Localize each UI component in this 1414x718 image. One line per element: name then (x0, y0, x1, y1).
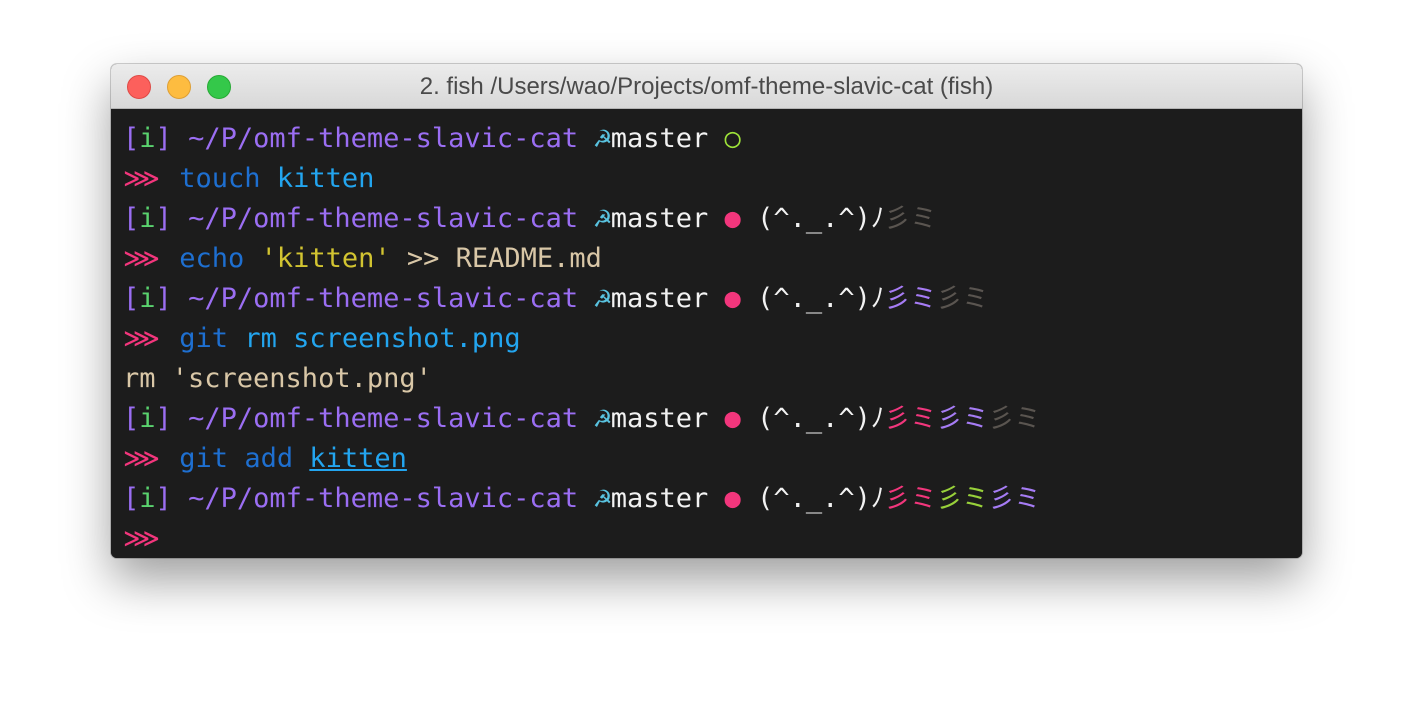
command-args: rm screenshot.png (244, 323, 521, 354)
life-mark: ミ (962, 404, 989, 434)
prompt-arrow-icon: ⋙ (123, 444, 160, 474)
git-branch: master (610, 483, 709, 514)
prompt-path: ~/P/omf-theme-slavic-cat (188, 123, 579, 154)
bracket-open: [ (123, 283, 140, 314)
life-mark: 彡 (988, 404, 1015, 434)
command-name: touch (179, 163, 261, 194)
life-mark: ミ (1014, 484, 1041, 514)
command-args: kitten (309, 443, 407, 474)
command-subcommand: add (244, 443, 294, 474)
prompt-path: ~/P/omf-theme-slavic-cat (188, 283, 579, 314)
prompt-arrow-icon: ⋙ (123, 244, 160, 274)
command-name: git (179, 323, 229, 354)
dirty-status-icon: ● (724, 483, 741, 514)
hammer-sickle-icon: ☭ (594, 123, 611, 154)
title-bar[interactable]: 2. fish /Users/wao/Projects/omf-theme-sl… (111, 64, 1302, 109)
bracket-close: ] (155, 203, 172, 234)
command-args: kitten (276, 163, 375, 194)
mode-indicator: i (139, 483, 156, 514)
life-mark: 彡 (936, 284, 963, 314)
life-mark: 彡 (884, 204, 911, 234)
terminal-content[interactable]: [i] ~/P/omf-theme-slavic-cat ☭master ○ ⋙… (111, 109, 1302, 558)
command-string: 'kitten' (260, 243, 391, 274)
life-mark: ミ (910, 404, 937, 434)
output-line: rm 'screenshot.png' (123, 359, 1302, 399)
command-line: ⋙ echo 'kitten' >> README.md (123, 239, 1302, 279)
life-mark: ミ (962, 484, 989, 514)
cat-face: (^._.^)ﾉ (757, 283, 885, 314)
bracket-close: ] (155, 403, 172, 434)
life-mark: 彡 (884, 484, 911, 514)
command-output: rm 'screenshot.png' (123, 363, 432, 394)
cat-face: (^._.^)ﾉ (757, 403, 885, 434)
life-mark: ミ (910, 284, 937, 314)
dirty-status-icon: ● (724, 203, 741, 234)
bracket-close: ] (155, 123, 172, 154)
prompt-path: ~/P/omf-theme-slavic-cat (188, 403, 579, 434)
prompt-arrow-icon: ⋙ (123, 524, 160, 554)
prompt-line: [i] ~/P/omf-theme-slavic-cat ☭master ● (… (123, 479, 1302, 519)
mode-indicator: i (139, 403, 156, 434)
command-line: ⋙ touch kitten (123, 159, 1302, 199)
bracket-close: ] (155, 283, 172, 314)
life-mark: 彡 (936, 404, 963, 434)
life-mark: ミ (962, 284, 989, 314)
command-name: git (179, 443, 229, 474)
command-line: ⋙ git add kitten (123, 439, 1302, 479)
prompt-path: ~/P/omf-theme-slavic-cat (188, 203, 579, 234)
prompt-arrow-icon: ⋙ (123, 324, 160, 354)
bracket-open: [ (123, 483, 140, 514)
window-title: 2. fish /Users/wao/Projects/omf-theme-sl… (419, 73, 994, 100)
command-line: ⋙ git rm screenshot.png (123, 319, 1302, 359)
prompt-line: [i] ~/P/omf-theme-slavic-cat ☭master ● (… (123, 279, 1302, 319)
mode-indicator: i (139, 203, 156, 234)
prompt-line: [i] ~/P/omf-theme-slavic-cat ☭master ○ (123, 119, 1302, 159)
git-branch: master (610, 203, 709, 234)
life-mark: ミ (1014, 404, 1041, 434)
hammer-sickle-icon: ☭ (594, 483, 611, 514)
terminal-window: 2. fish /Users/wao/Projects/omf-theme-sl… (111, 64, 1302, 558)
life-mark: ミ (910, 204, 937, 234)
prompt-path: ~/P/omf-theme-slavic-cat (188, 483, 579, 514)
bracket-open: [ (123, 123, 140, 154)
command-redirect: >> README.md (406, 243, 602, 274)
bracket-open: [ (123, 203, 140, 234)
hammer-sickle-icon: ☭ (594, 283, 611, 314)
prompt-arrow-icon: ⋙ (123, 164, 160, 194)
bracket-close: ] (155, 483, 172, 514)
hammer-sickle-icon: ☭ (594, 403, 611, 434)
hammer-sickle-icon: ☭ (594, 203, 611, 234)
cat-face: (^._.^)ﾉ (757, 483, 885, 514)
prompt-line: [i] ~/P/omf-theme-slavic-cat ☭master ● (… (123, 399, 1302, 439)
dirty-status-icon: ● (724, 403, 741, 434)
cat-face: (^._.^)ﾉ (757, 203, 885, 234)
prompt-line: [i] ~/P/omf-theme-slavic-cat ☭master ● (… (123, 199, 1302, 239)
dirty-status-icon: ● (724, 283, 741, 314)
life-mark: 彡 (884, 284, 911, 314)
command-name: echo (179, 243, 245, 274)
git-branch: master (610, 283, 709, 314)
git-branch: master (610, 123, 709, 154)
bracket-open: [ (123, 403, 140, 434)
life-mark: 彡 (884, 404, 911, 434)
mode-indicator: i (139, 283, 156, 314)
life-mark: 彡 (936, 484, 963, 514)
command-line[interactable]: ⋙ (123, 519, 1302, 558)
clean-status-icon: ○ (724, 123, 741, 154)
mode-indicator: i (139, 123, 156, 154)
life-mark: ミ (910, 484, 937, 514)
life-mark: 彡 (988, 484, 1015, 514)
git-branch: master (610, 403, 709, 434)
